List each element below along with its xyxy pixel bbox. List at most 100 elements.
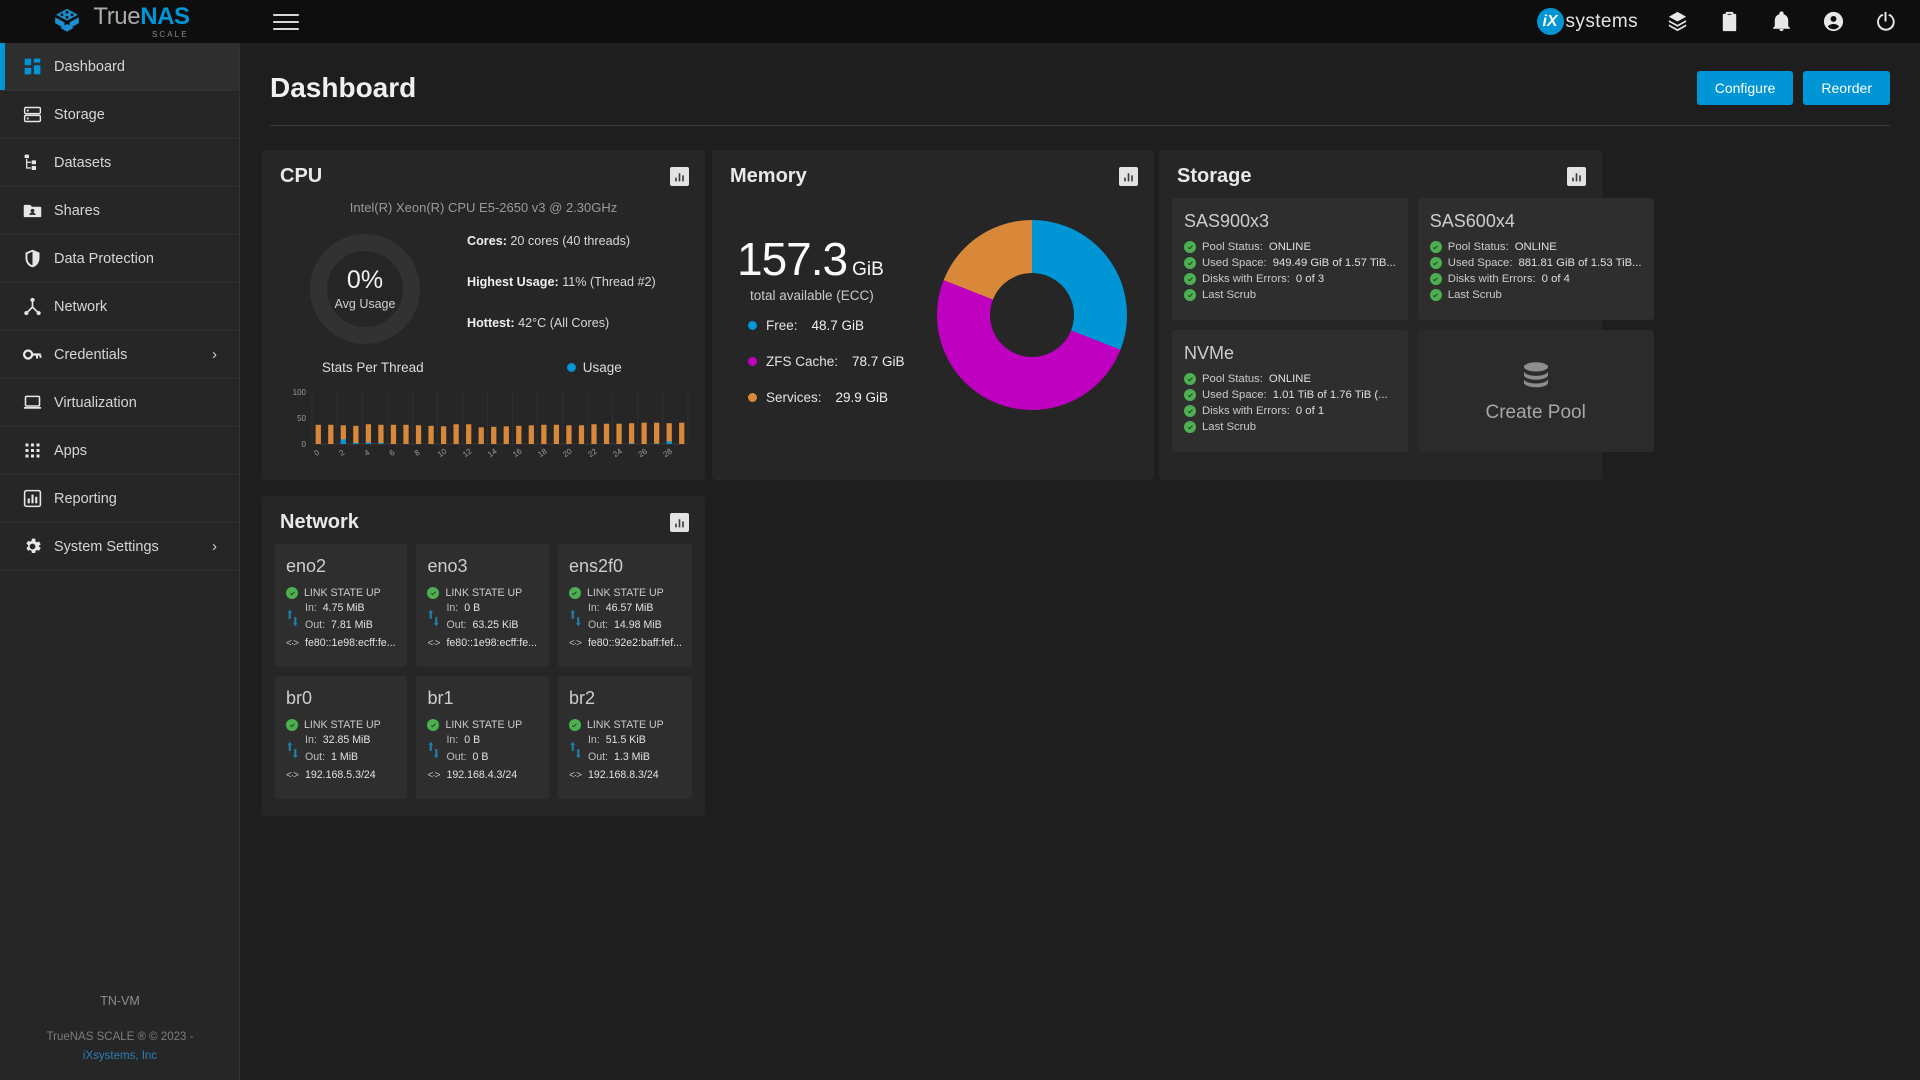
sidebar-item-label: Data Protection: [54, 250, 154, 267]
storage-pool-card[interactable]: NVMe Pool Status: ONLINE Used Space: 1.01 Ti…: [1172, 330, 1408, 452]
memory-legend-label: Free:: [766, 318, 798, 333]
sidebar-item-apps[interactable]: Apps: [0, 427, 239, 475]
ip-address-row: <·> 192.168.4.3/24: [427, 769, 538, 781]
traffic-out-label: Out:: [587, 619, 608, 631]
traffic-arrows-icon: [427, 607, 440, 629]
status-ok-icon: [1429, 257, 1442, 269]
sidebar-item-reporting[interactable]: Reporting: [0, 475, 239, 523]
network-interface-card[interactable]: eno3 LINK STATE UP In: 0 B Out: 63.25 KiB <·> f…: [416, 544, 549, 667]
bell-icon[interactable]: [1768, 9, 1794, 35]
cpu-chart-button[interactable]: [670, 167, 689, 186]
cpu-avg-usage-label: Avg Usage: [334, 296, 396, 311]
traffic-block: In: 4.75 MiB Out: 7.81 MiB: [286, 602, 397, 634]
traffic-block: In: 32.85 MiB Out: 1 MiB: [286, 734, 397, 766]
ix-badge-icon: iX: [1536, 8, 1564, 35]
status-ok-icon: [1184, 389, 1196, 401]
configure-button[interactable]: Configure: [1696, 71, 1794, 105]
svg-text:22: 22: [586, 446, 599, 459]
page-header: Dashboard Configure Reorder: [240, 43, 1920, 105]
sidebar-item-label: System Settings: [54, 538, 159, 555]
network-interface-card[interactable]: ens2f0 LINK STATE UP In: 46.57 MiB Out: 14.98…: [557, 544, 692, 667]
dashboard-icon: [14, 56, 54, 77]
traffic-in-label: In:: [305, 602, 317, 614]
ix-letter: iX: [1542, 12, 1558, 30]
sidebar-item-dashboard[interactable]: Dashboard: [0, 43, 239, 91]
network-interface-card[interactable]: br1 LINK STATE UP In: 0 B Out: 0 B <·> 192.168.…: [416, 676, 549, 799]
brand-true: True: [93, 2, 141, 30]
pool-detail-row: Last Scrub: [1184, 289, 1396, 301]
status-ok-icon: [1184, 273, 1196, 285]
sidebar-item-storage[interactable]: Storage: [0, 91, 239, 139]
create-pool-button[interactable]: Create Pool: [1417, 330, 1654, 452]
chevron-right-icon[interactable]: ›: [212, 346, 217, 363]
footer-company-link[interactable]: iXsystems, Inc: [0, 1047, 240, 1066]
datasets-icon: [14, 152, 54, 173]
ip-address-value: 192.168.5.3/24: [305, 769, 376, 781]
reporting-icon: [14, 488, 54, 509]
cpu-widget: CPU Intel(R) Xeon(R) CPU E5-2650 v3 @ 2.…: [262, 150, 705, 480]
network-interface-card[interactable]: br0 LINK STATE UP In: 32.85 MiB Out: 1 MiB <·>…: [275, 676, 408, 799]
chevron-right-icon[interactable]: ›: [212, 538, 217, 555]
svg-text:26: 26: [636, 446, 649, 459]
sidebar-item-credentials[interactable]: Credentials ›: [0, 331, 239, 379]
brand-logo[interactable]: TrueNAS SCALE: [0, 0, 240, 43]
header-divider: [270, 125, 1890, 126]
network-interface-card[interactable]: br2 LINK STATE UP In: 51.5 KiB Out: 1.3 MiB <·…: [557, 676, 692, 799]
network-interface-card[interactable]: eno2 LINK STATE UP In: 4.75 MiB Out: 7.81 MiB…: [275, 544, 408, 667]
reorder-button[interactable]: Reorder: [1803, 71, 1890, 105]
status-ok-icon: [286, 587, 298, 599]
shield-icon: [14, 248, 54, 269]
storage-chart-button[interactable]: [1567, 167, 1586, 186]
gear-icon: [14, 536, 54, 557]
pool-detail-label: Pool Status:: [1447, 241, 1509, 253]
sidebar-item-system-settings[interactable]: System Settings ›: [0, 523, 239, 571]
memory-legend-item: ZFS Cache: 78.7 GiB: [748, 354, 905, 369]
traffic-block: In: 51.5 KiB Out: 1.3 MiB: [569, 734, 682, 766]
pool-detail-row: Disks with Errors: 0 of 4: [1429, 273, 1642, 285]
traffic-arrows-icon: [286, 607, 299, 629]
svg-text:100: 100: [293, 388, 307, 397]
sidebar-item-label: Credentials: [54, 346, 128, 363]
traffic-in-value: 51.5 KiB: [605, 734, 646, 746]
traffic-out-row: Out: 63.25 KiB: [446, 619, 518, 631]
pool-name: SAS600x4: [1429, 211, 1515, 231]
status-ok-icon: [1184, 421, 1196, 433]
usage-legend-dot: [566, 363, 576, 372]
ip-address-row: <·> fe80::1e98:ecff:fe...: [286, 637, 397, 649]
network-interface-grid: eno2 LINK STATE UP In: 4.75 MiB Out: 7.81 MiB…: [275, 544, 692, 799]
svg-text:24: 24: [611, 446, 624, 459]
storage-pool-card[interactable]: SAS900x3 Pool Status: ONLINE Used Space: 949…: [1172, 198, 1408, 320]
sidebar-item-network[interactable]: Network: [0, 283, 239, 331]
cpu-widget-title: CPU: [280, 165, 323, 187]
network-icon: [14, 296, 54, 317]
sidebar-item-shares[interactable]: Shares: [0, 187, 239, 235]
link-state-row: LINK STATE UP: [568, 719, 682, 731]
cpu-model: Intel(R) Xeon(R) CPU E5-2650 v3 @ 2.30GH…: [349, 200, 618, 215]
storage-widget: Storage SAS900x3 Pool Status: ONLINE Used S…: [1159, 150, 1654, 480]
traffic-arrows-icon: [286, 739, 299, 761]
interface-name: eno2: [286, 556, 327, 576]
traffic-out-value: 63.25 KiB: [472, 619, 519, 631]
storage-pool-card[interactable]: SAS600x4 Pool Status: ONLINE Used Space: 881…: [1417, 198, 1654, 320]
memory-legend-value: 29.9 GiB: [835, 390, 889, 405]
memory-chart-button[interactable]: [1119, 167, 1138, 186]
ip-address-row: <·> fe80::1e98:ecff:fe...: [427, 637, 538, 649]
sidebar-item-data-protection[interactable]: Data Protection: [0, 235, 239, 283]
sidebar-item-virtualization[interactable]: Virtualization: [0, 379, 239, 427]
power-icon[interactable]: [1872, 9, 1898, 35]
apps-cube-icon[interactable]: [1664, 9, 1690, 35]
traffic-in-value: 32.85 MiB: [322, 734, 371, 746]
traffic-in-label: In:: [446, 602, 459, 614]
account-icon[interactable]: [1820, 9, 1846, 35]
sidebar-item-datasets[interactable]: Datasets: [0, 139, 239, 187]
menu-toggle-button[interactable]: [273, 9, 299, 35]
pool-detail-label: Disks with Errors:: [1202, 273, 1290, 285]
traffic-in-row: In: 32.85 MiB: [305, 734, 370, 746]
pool-name: SAS900x3: [1184, 211, 1270, 231]
cpu-highest-usage-value: 11% (Thread #2): [562, 275, 656, 289]
svg-text:8: 8: [413, 448, 422, 458]
clipboard-icon[interactable]: [1716, 9, 1742, 35]
svg-text:0: 0: [312, 448, 321, 458]
memory-widget-title: Memory: [730, 165, 807, 187]
network-chart-button[interactable]: [670, 513, 689, 532]
